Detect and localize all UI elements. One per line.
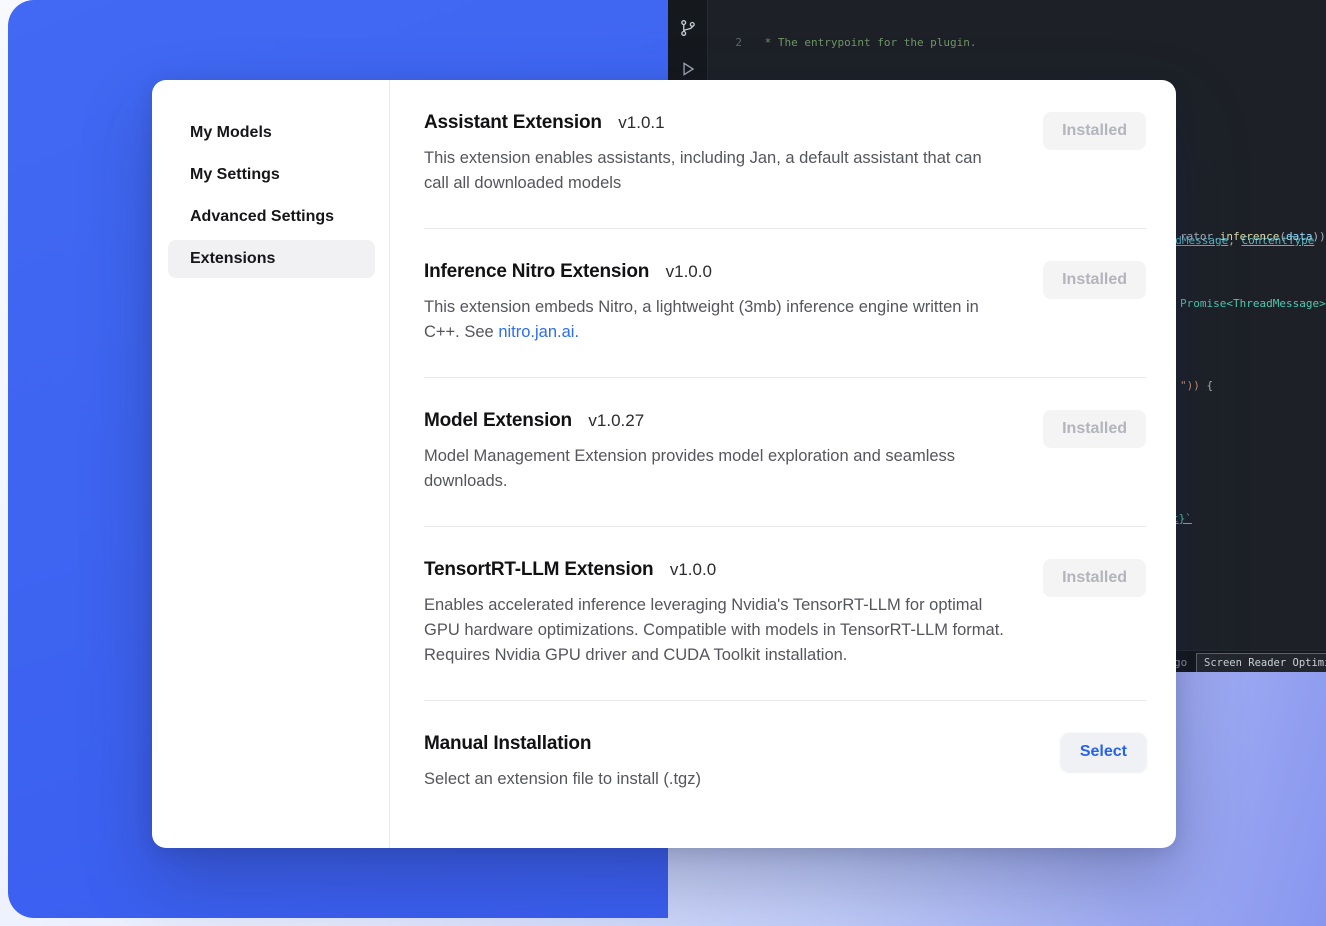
run-icon[interactable] (679, 60, 697, 78)
code-comment: * The entrypoint for the plugin. (758, 36, 977, 49)
extension-row-tensorrt: TensortRT-LLM Extension v1.0.0 Enables a… (424, 527, 1146, 701)
extension-title: Inference Nitro Extension (424, 261, 649, 282)
sidebar-item-advanced-settings[interactable]: Advanced Settings (168, 198, 375, 236)
extension-version: v1.0.1 (618, 113, 664, 132)
installed-button[interactable]: Installed (1043, 112, 1146, 150)
sidebar-item-my-settings[interactable]: My Settings (168, 156, 375, 194)
settings-modal: My Models My Settings Advanced Settings … (152, 80, 1176, 848)
extension-version: v1.0.27 (588, 411, 644, 430)
extension-title: TensortRT-LLM Extension (424, 559, 653, 580)
extension-version: v1.0.0 (670, 560, 716, 579)
extension-description: This extension embeds Nitro, a lightweig… (424, 295, 1009, 345)
nitro-jan-ai-link[interactable]: nitro.jan.ai. (498, 323, 579, 341)
manual-installation-row: Manual Installation Select an extension … (424, 701, 1146, 824)
manual-installation-title: Manual Installation (424, 733, 591, 754)
code-fragment: Promise<ThreadMessage> (1180, 296, 1326, 313)
code-fragment: rator.inference(data)); (1180, 229, 1326, 246)
installed-button[interactable]: Installed (1043, 410, 1146, 448)
installed-button[interactable]: Installed (1043, 261, 1146, 299)
settings-sidebar: My Models My Settings Advanced Settings … (152, 80, 390, 848)
extension-row-assistant: Assistant Extension v1.0.1 This extensio… (424, 80, 1146, 229)
code-fragment: ")) { (1180, 378, 1213, 395)
select-file-button[interactable]: Select (1061, 733, 1146, 771)
sidebar-item-extensions[interactable]: Extensions (168, 240, 375, 278)
extension-title: Model Extension (424, 410, 572, 431)
extension-title: Assistant Extension (424, 112, 602, 133)
manual-installation-description: Select an extension file to install (.tg… (424, 767, 1009, 792)
extension-description: Model Management Extension provides mode… (424, 444, 1009, 494)
extension-row-nitro: Inference Nitro Extension v1.0.0 This ex… (424, 229, 1146, 378)
extension-description: This extension enables assistants, inclu… (424, 146, 1009, 196)
extension-row-model: Model Extension v1.0.27 Model Management… (424, 378, 1146, 527)
installed-button[interactable]: Installed (1043, 559, 1146, 597)
git-branch-icon[interactable] (679, 19, 697, 37)
extension-version: v1.0.0 (666, 262, 712, 281)
screen-reader-chip[interactable]: Screen Reader Optimized (1196, 653, 1326, 672)
sidebar-item-my-models[interactable]: My Models (168, 114, 375, 152)
extensions-list: Assistant Extension v1.0.1 This extensio… (390, 80, 1176, 848)
extension-description: Enables accelerated inference leveraging… (424, 593, 1009, 668)
